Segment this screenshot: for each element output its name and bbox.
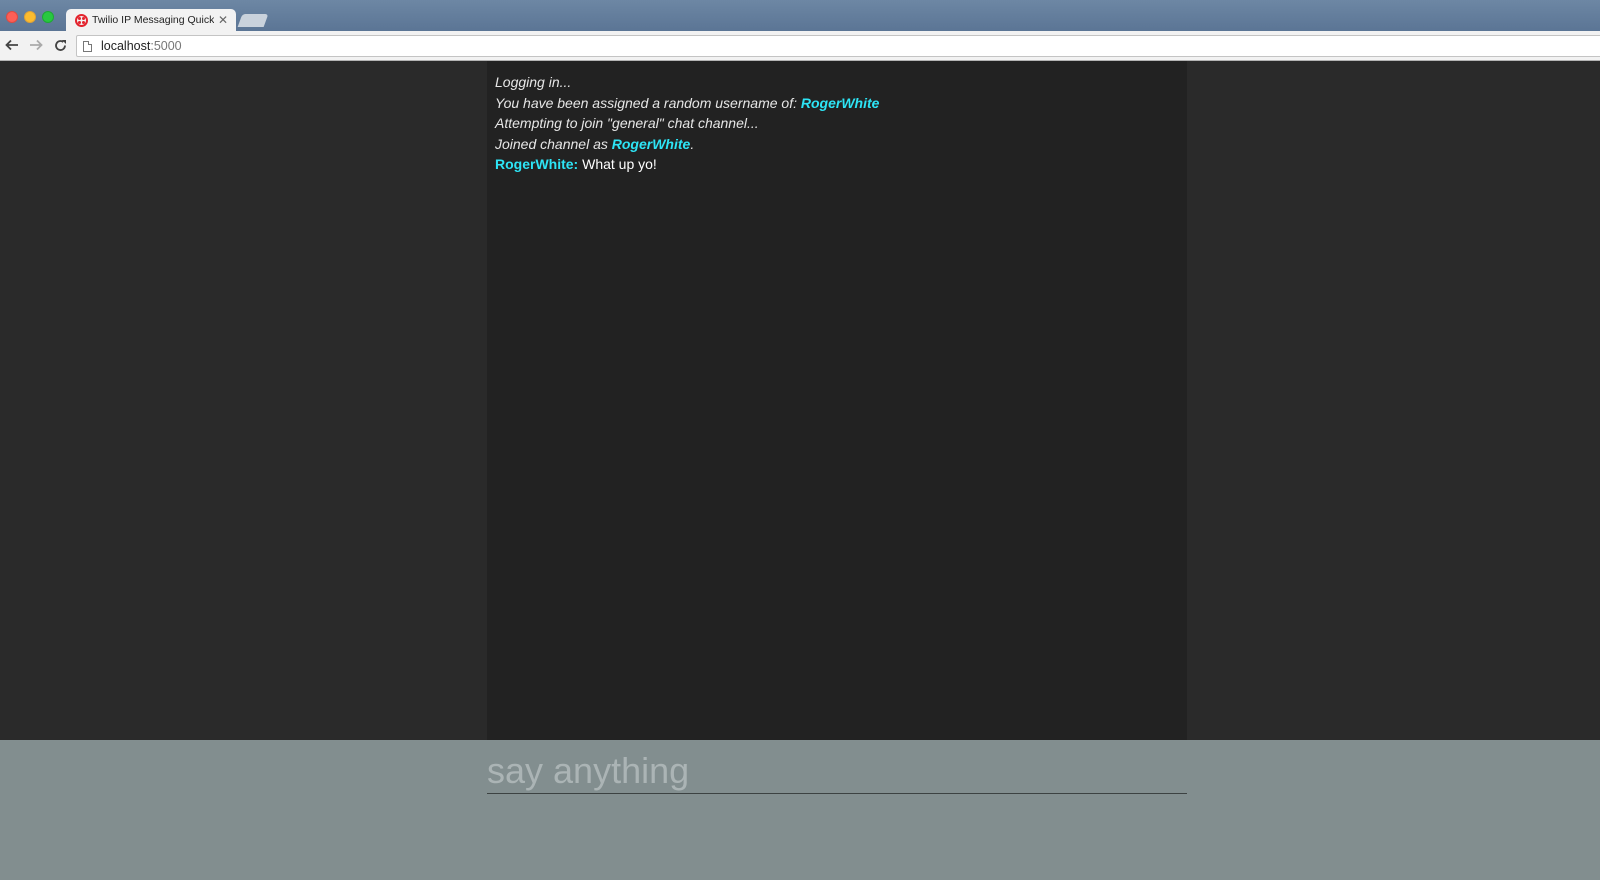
close-window-button[interactable] bbox=[6, 11, 18, 23]
message-text: You have been assigned a random username… bbox=[495, 94, 801, 111]
browser-toolbar: localhost:5000 bbox=[0, 31, 1600, 61]
username: RogerWhite bbox=[800, 94, 880, 111]
message-text: Attempting to join "general" chat channe… bbox=[495, 115, 759, 132]
message-text: What up yo! bbox=[578, 156, 657, 173]
messages-panel: Logging in... You have been assigned a r… bbox=[487, 61, 1187, 740]
address-bar[interactable]: localhost:5000 bbox=[76, 35, 1600, 57]
browser-window: Twilio IP Messaging Quickstart ✕ localho… bbox=[0, 0, 1600, 880]
tab-bar: Twilio IP Messaging Quickstart ✕ bbox=[0, 0, 1600, 31]
message-text: Joined channel as bbox=[495, 135, 612, 152]
back-arrow-icon[interactable] bbox=[2, 35, 22, 55]
page-icon bbox=[83, 40, 92, 52]
forward-arrow-icon[interactable] bbox=[26, 35, 46, 55]
message-line: You have been assigned a random username… bbox=[495, 93, 1179, 114]
tab-title: Twilio IP Messaging Quickstart bbox=[92, 14, 214, 26]
minimize-window-button[interactable] bbox=[24, 11, 36, 23]
message-line: Joined channel as RogerWhite. bbox=[495, 134, 1179, 155]
username: RogerWhite bbox=[611, 135, 691, 152]
close-icon[interactable]: ✕ bbox=[218, 14, 228, 26]
reload-icon[interactable] bbox=[50, 35, 70, 55]
url-port: :5000 bbox=[150, 39, 182, 53]
composer-bar bbox=[0, 740, 1600, 880]
chat-input[interactable] bbox=[487, 748, 1187, 794]
message-line: Logging in... bbox=[495, 72, 1179, 93]
twilio-logo-icon bbox=[75, 13, 88, 27]
message-line: Attempting to join "general" chat channe… bbox=[495, 113, 1179, 134]
page-content: Logging in... You have been assigned a r… bbox=[0, 61, 1600, 880]
message-suffix: . bbox=[690, 135, 695, 152]
url-text: localhost:5000 bbox=[101, 39, 182, 53]
url-host: localhost bbox=[101, 39, 151, 53]
message-text: Logging in... bbox=[495, 74, 572, 90]
username: RogerWhite: bbox=[495, 156, 579, 173]
chat-message: RogerWhite: What up yo! bbox=[495, 154, 1179, 175]
new-tab-button[interactable] bbox=[237, 14, 269, 27]
tab-active[interactable]: Twilio IP Messaging Quickstart ✕ bbox=[66, 9, 236, 31]
zoom-window-button[interactable] bbox=[42, 11, 54, 23]
